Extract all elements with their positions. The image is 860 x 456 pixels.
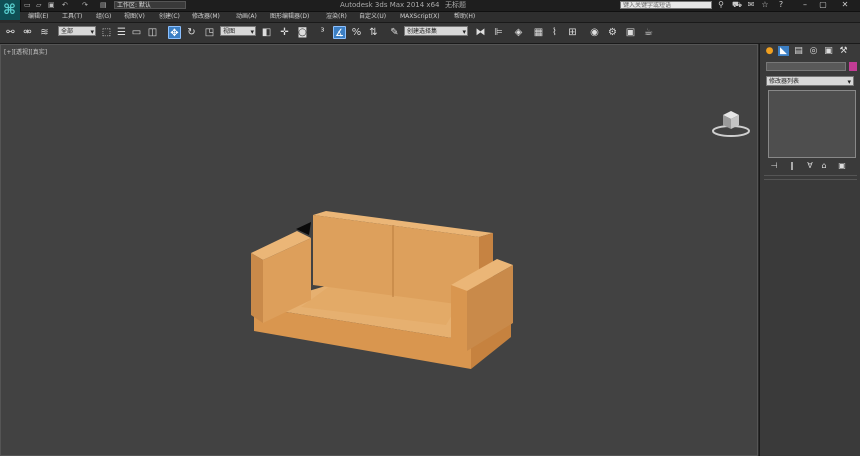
- app-logo-button[interactable]: ⌘: [0, 0, 21, 20]
- title-bar: ⌘ ▭ ▱ ▣ ↶ ↷ ▤ 工作区: 默认 Autodesk 3ds Max 2…: [0, 0, 860, 20]
- sofa-model[interactable]: [1, 45, 757, 455]
- modifier-list-select[interactable]: 修改器列表: [766, 76, 854, 87]
- select-and-rotate-icon[interactable]: ↻: [185, 26, 198, 39]
- maximize-icon[interactable]: ▢: [818, 0, 828, 10]
- snaps-toggle-icon[interactable]: ³: [316, 26, 329, 39]
- utilities-tab-icon[interactable]: ⚒: [838, 46, 849, 56]
- menu-help[interactable]: 帮助(H): [454, 12, 475, 22]
- command-panel-tabs: ● ◣ ▤ ◎ ▣ ⚒: [760, 44, 860, 58]
- document-title: 无标题: [445, 1, 466, 9]
- spinner-snap-icon[interactable]: ⇅: [367, 26, 380, 39]
- make-unique-icon[interactable]: ∀: [804, 161, 816, 171]
- curve-editor-icon[interactable]: ⌇: [548, 26, 561, 39]
- object-color-swatch[interactable]: [849, 62, 857, 71]
- menu-edit[interactable]: 编辑(E): [28, 12, 48, 22]
- keyboard-shortcut-override-icon[interactable]: ◙: [296, 26, 309, 39]
- remove-modifier-icon[interactable]: ⌂: [818, 161, 830, 171]
- manipulate-icon[interactable]: ✛: [278, 26, 291, 39]
- percent-snap-icon[interactable]: %: [350, 26, 363, 39]
- mirror-icon[interactable]: ⧓: [474, 26, 487, 39]
- display-tab-icon[interactable]: ▣: [823, 46, 834, 56]
- edit-named-selection-icon[interactable]: ✎: [388, 26, 401, 39]
- selection-filter-select[interactable]: 全部: [58, 26, 96, 37]
- pivot-center-icon[interactable]: ◧: [260, 26, 273, 39]
- search-input[interactable]: 键入关键字或短语: [620, 1, 712, 9]
- create-tab-icon[interactable]: ●: [764, 46, 775, 56]
- menu-animation[interactable]: 动画(A): [236, 12, 257, 22]
- pin-stack-icon[interactable]: ⊣: [768, 161, 780, 171]
- redo-icon[interactable]: ↷: [82, 1, 88, 10]
- rendered-frame-window-icon[interactable]: ▣: [624, 26, 637, 39]
- new-file-icon[interactable]: ▭: [24, 1, 31, 10]
- undo-icon[interactable]: ↶: [62, 1, 68, 10]
- select-by-name-icon[interactable]: ☰: [115, 26, 128, 39]
- graphite-modeling-icon[interactable]: ▦: [532, 26, 545, 39]
- motion-tab-icon[interactable]: ◎: [808, 46, 819, 56]
- menu-modifiers[interactable]: 修改器(M): [192, 12, 220, 22]
- app-title: Autodesk 3ds Max 2014 x64: [340, 1, 440, 9]
- project-folder-icon[interactable]: ▤: [100, 1, 107, 10]
- menu-views[interactable]: 视图(V): [124, 12, 145, 22]
- select-and-move-icon[interactable]: ✥: [168, 26, 181, 39]
- named-selection-select[interactable]: 创建选择集: [404, 26, 468, 37]
- menu-rendering[interactable]: 渲染(R): [326, 12, 347, 22]
- favorites-icon[interactable]: ☆: [760, 0, 770, 10]
- menu-graph-editors[interactable]: 图形编辑器(D): [270, 12, 309, 22]
- window-crossing-icon[interactable]: ◫: [146, 26, 159, 39]
- unlink-icon[interactable]: ⚮: [21, 26, 34, 39]
- workspace-select[interactable]: 工作区: 默认: [114, 1, 186, 9]
- hierarchy-tab-icon[interactable]: ▤: [793, 46, 804, 56]
- material-editor-icon[interactable]: ◉: [588, 26, 601, 39]
- menu-tools[interactable]: 工具(T): [62, 12, 82, 22]
- select-and-scale-icon[interactable]: ◳: [203, 26, 216, 39]
- logo-icon: ⌘: [3, 2, 16, 18]
- select-and-link-icon[interactable]: ⚯: [4, 26, 17, 39]
- menu-bar: 编辑(E) 工具(T) 组(G) 视图(V) 创建(C) 修改器(M) 动画(A…: [20, 12, 860, 23]
- rect-selection-icon[interactable]: ▭: [130, 26, 143, 39]
- panel-divider: [764, 179, 857, 180]
- perspective-viewport[interactable]: [+][透视][真实]: [0, 44, 758, 456]
- render-setup-icon[interactable]: ⚙: [606, 26, 619, 39]
- menu-customize[interactable]: 自定义(U): [359, 12, 386, 22]
- reference-coordinate-select[interactable]: 视图: [220, 26, 256, 37]
- close-icon[interactable]: ✕: [840, 0, 850, 10]
- bind-space-warp-icon[interactable]: ≋: [38, 26, 51, 39]
- minimize-icon[interactable]: –: [800, 0, 810, 10]
- layer-manager-icon[interactable]: ◈: [512, 26, 525, 39]
- search-icon[interactable]: ⚲: [716, 0, 726, 10]
- command-panel: ● ◣ ▤ ◎ ▣ ⚒ 修改器列表 ⊣ ‖ ∀ ⌂ ▣: [759, 44, 860, 456]
- panel-divider: [764, 175, 857, 176]
- communication-center-icon[interactable]: ✉: [746, 0, 756, 10]
- align-icon[interactable]: ⊫: [492, 26, 505, 39]
- render-production-icon[interactable]: ☕: [642, 26, 655, 39]
- help-icon[interactable]: ?: [776, 0, 786, 10]
- menu-create[interactable]: 创建(C): [159, 12, 180, 22]
- menu-group[interactable]: 组(G): [96, 12, 111, 22]
- object-name-field[interactable]: [766, 62, 846, 71]
- modify-tab-icon[interactable]: ◣: [778, 46, 789, 56]
- subscription-icon[interactable]: ⛟: [732, 0, 742, 10]
- configure-modifier-sets-icon[interactable]: ▣: [836, 161, 848, 171]
- main-toolbar: ⚯ ⚮ ≋ 全部 ⬚ ☰ ▭ ◫ ✥ ↻ ◳ 视图 ◧ ✛ ◙ ³ ∡ % ⇅ …: [0, 23, 860, 44]
- show-end-result-icon[interactable]: ‖: [786, 161, 798, 171]
- open-file-icon[interactable]: ▱: [36, 1, 41, 10]
- menu-maxscript[interactable]: MAXScript(X): [400, 12, 440, 22]
- select-object-icon[interactable]: ⬚: [100, 26, 113, 39]
- save-file-icon[interactable]: ▣: [48, 1, 55, 10]
- modifier-stack[interactable]: [768, 90, 856, 158]
- schematic-view-icon[interactable]: ⊞: [566, 26, 579, 39]
- angle-snap-icon[interactable]: ∡: [333, 26, 346, 39]
